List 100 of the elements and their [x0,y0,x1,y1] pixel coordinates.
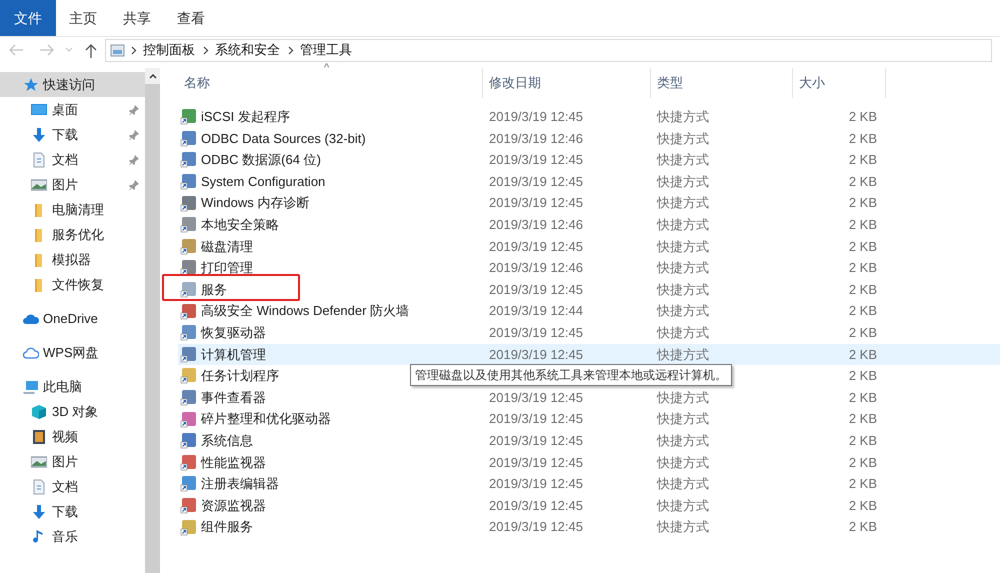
file-type: 快捷方式 [657,411,709,426]
shortcut-icon [180,130,197,147]
shortcut-icon [180,324,197,342]
up-arrow-icon[interactable] [85,42,97,58]
file-size: 2 KB [848,454,877,470]
column-header[interactable]: 大小 [793,68,886,98]
file-type: 快捷方式 [657,174,709,189]
picture-icon [31,176,47,192]
file-type: 快捷方式 [657,476,709,492]
down-arrow-icon [31,126,47,142]
file-name[interactable]: 组件服务 [201,517,253,537]
date-modified: 2019/3/19 12:46 [489,260,583,276]
sidebar-item[interactable]: 视频 [0,424,145,449]
file-type: 快捷方式 [657,238,709,254]
file-name[interactable]: 打印管理 [201,258,253,278]
date-modified: 2019/3/19 12:46 [489,130,583,146]
cube-icon [31,404,47,420]
file-name[interactable]: 恢复驱动器 [201,322,266,342]
shortcut-icon [180,518,197,536]
sidebar-item[interactable]: 图片 [0,172,145,197]
sidebar-item[interactable]: 快速访问 [0,72,145,97]
file-name[interactable]: ODBC 数据源(64 位) [201,150,321,170]
sidebar-item[interactable]: 桌面 [0,97,145,122]
file-name[interactable]: 高级安全 Windows Defender 防火墙 [201,301,410,321]
file-name[interactable]: ODBC Data Sources (32-bit) [201,128,366,148]
sidebar-item[interactable]: 服务优化 [0,222,145,247]
file-name[interactable]: iSCSI 发起程序 [201,107,290,127]
file-type: 快捷方式 [657,130,709,146]
computer-icon [23,378,39,394]
file-size: 2 KB [848,282,877,297]
shortcut-icon [180,454,197,471]
sidebar-item[interactable]: 文档 [0,147,145,172]
date-modified: 2019/3/19 12:45 [489,195,583,210]
file-size: 2 KB [848,130,877,146]
column-header[interactable]: 修改日期 [483,68,651,98]
sidebar-item[interactable]: WPS网盘 [0,340,145,365]
chevron-right-icon [288,46,294,54]
file-type: 快捷方式 [657,195,709,210]
forward-arrow-icon[interactable] [39,44,55,56]
sidebar-item[interactable]: 图片 [0,449,145,474]
film-icon [31,428,47,444]
chevron-down-icon[interactable] [65,47,73,53]
back-arrow-icon[interactable] [8,44,24,56]
breadcrumb[interactable]: 控制面板 [143,40,195,60]
file-type: 快捷方式 [657,432,709,448]
file-name[interactable]: 资源监视器 [201,496,266,516]
shortcut-icon [180,259,197,276]
document-icon [31,152,47,168]
file-size: 2 KB [848,411,877,426]
shortcut-icon [180,151,197,168]
file-size: 2 KB [848,324,877,340]
sidebar-item[interactable]: 模拟器 [0,247,145,272]
shortcut-icon [180,432,197,450]
file-name[interactable]: 注册表编辑器 [201,474,279,494]
file-name[interactable]: Windows 内存诊断 [201,193,310,213]
file-row[interactable]: 计算机管理 2019/3/19 12:45 快捷方式 2 KB [178,344,1000,366]
file-name[interactable]: 性能监视器 [201,452,266,472]
file-name[interactable]: 本地安全策略 [201,215,279,235]
sidebar-item[interactable]: 下载 [0,122,145,147]
file-name[interactable]: 服务 [201,280,227,300]
sidebar-item[interactable]: 音乐 [0,524,145,549]
file-size: 2 KB [848,303,877,318]
file-name[interactable]: 系统信息 [201,430,253,450]
file-name[interactable]: 磁盘清理 [201,236,253,256]
sidebar-item[interactable]: 3D 对象 [0,399,145,424]
ribbon-tab[interactable]: 共享 [110,0,164,36]
file-size: 2 KB [848,476,877,492]
sidebar-item[interactable]: 此电脑 [0,374,145,399]
file-size: 2 KB [848,390,877,405]
date-modified: 2019/3/19 12:45 [489,390,583,405]
sidebar-item[interactable]: 电脑清理 [0,197,145,222]
down-arrow-icon [31,504,47,520]
scroll-up-button[interactable] [145,68,160,84]
sidebar-item[interactable]: 下载 [0,499,145,524]
file-type: 快捷方式 [657,346,709,362]
sidebar-item[interactable]: 文档 [0,474,145,499]
chevron-right-icon [203,46,209,54]
sidebar-item[interactable]: 文件恢复 [0,272,145,297]
file-type: 快捷方式 [657,324,709,340]
breadcrumb[interactable]: 系统和安全 [215,40,280,60]
file-type: 快捷方式 [657,109,709,124]
date-modified: 2019/3/19 12:45 [489,174,583,189]
date-modified: 2019/3/19 12:44 [489,303,583,318]
file-name[interactable]: 碎片整理和优化驱动器 [201,409,331,429]
breadcrumb[interactable]: 管理工具 [300,40,352,60]
ribbon-tab[interactable]: 查看 [164,0,218,36]
file-name[interactable]: System Configuration [201,172,326,192]
ribbon-tab[interactable]: 主页 [56,0,110,36]
sidebar-item[interactable]: OneDrive [0,306,145,331]
file-size: 2 KB [848,109,877,124]
address-bar[interactable]: 控制面板 系统和安全 管理工具 [105,38,992,62]
column-header[interactable]: 名称 [178,68,483,98]
ribbon-tab[interactable]: 文件 [0,0,56,36]
column-header[interactable]: 类型 [651,68,793,98]
file-name[interactable]: 事件查看器 [201,388,266,408]
file-size: 2 KB [848,217,877,232]
file-size: 2 KB [848,346,877,362]
file-name[interactable]: 计算机管理 [201,344,266,364]
file-name[interactable]: 任务计划程序 [201,366,279,386]
file-size: 2 KB [848,519,877,534]
